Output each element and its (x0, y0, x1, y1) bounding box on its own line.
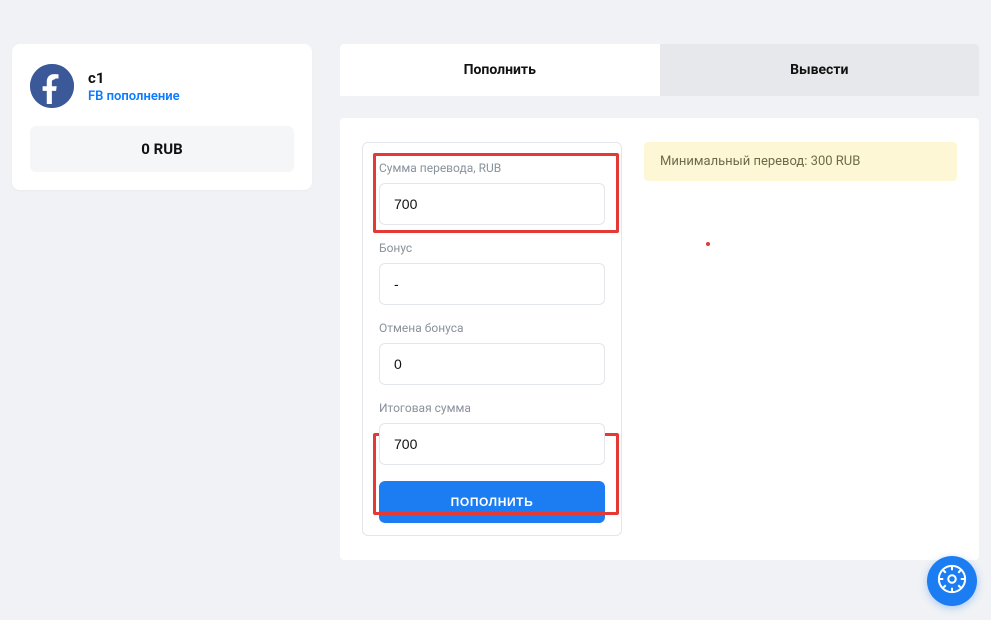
account-subtitle: FB пополнение (88, 89, 180, 104)
settings-fab[interactable] (927, 556, 977, 606)
submit-button[interactable]: ПОПОЛНИТЬ (379, 481, 605, 523)
account-name: c1 (88, 69, 180, 87)
tab-deposit[interactable]: Пополнить (340, 44, 660, 96)
tabs: Пополнить Вывести (340, 44, 979, 96)
bonus-label: Бонус (379, 241, 605, 255)
total-input (379, 423, 605, 465)
tab-withdraw[interactable]: Вывести (660, 44, 980, 96)
red-dot-indicator (706, 242, 710, 246)
account-card: c1 FB пополнение 0 RUB (12, 44, 312, 190)
facebook-icon (30, 64, 74, 108)
deposit-form: Сумма перевода, RUB Бонус Отмена бонуса … (362, 142, 622, 536)
bonus-input (379, 263, 605, 305)
min-transfer-notice: Минимальный перевод: 300 RUB (644, 142, 957, 181)
amount-input[interactable] (379, 183, 605, 225)
amount-label: Сумма перевода, RUB (379, 161, 605, 175)
balance-display: 0 RUB (30, 126, 294, 172)
total-label: Итоговая сумма (379, 401, 605, 415)
bonus-cancel-label: Отмена бонуса (379, 321, 605, 335)
bonus-cancel-input (379, 343, 605, 385)
gear-icon (937, 564, 967, 598)
content-area: Сумма перевода, RUB Бонус Отмена бонуса … (340, 118, 979, 560)
